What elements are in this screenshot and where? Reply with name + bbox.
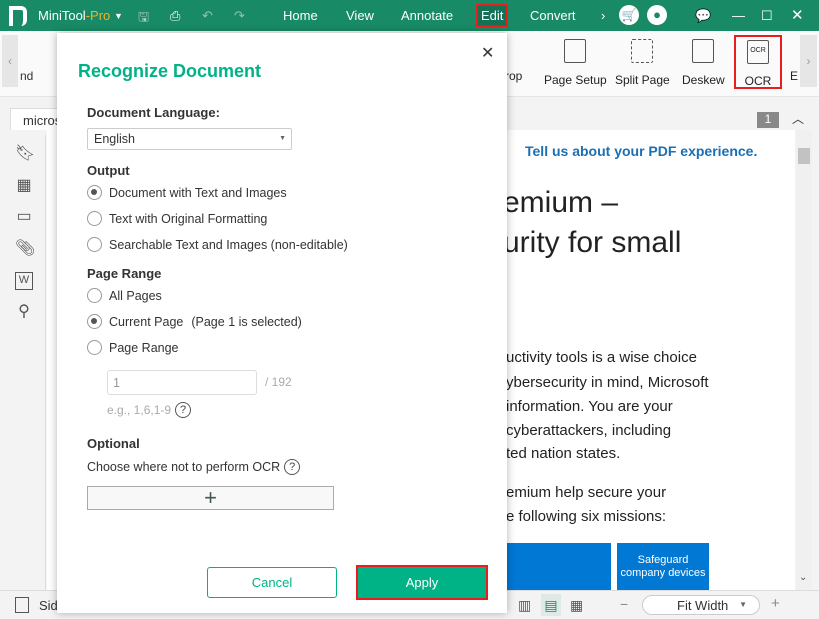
output-option-text-images[interactable]: Document with Text and Images [87, 185, 287, 200]
deskew-icon [692, 39, 715, 63]
range-option-current[interactable]: Current Page (Page 1 is selected) [87, 314, 302, 329]
menu-edit[interactable]: Edit [476, 4, 509, 27]
range-option-all[interactable]: All Pages [87, 288, 162, 303]
language-label: Document Language: [87, 105, 220, 120]
paragraph-line: uctivity tools is a wise choice [506, 349, 697, 366]
word-icon[interactable]: W [15, 272, 33, 290]
sidebar-toggle-icon[interactable] [15, 597, 29, 613]
search-icon[interactable]: ⚲ [15, 303, 33, 321]
paragraph-line: information. You are your [506, 398, 673, 415]
close-dialog-icon[interactable]: ✕ [481, 43, 494, 63]
thumbnails-icon[interactable]: ▦ [15, 177, 33, 195]
save-icon[interactable]: 🖫 [138, 8, 149, 30]
app-menu-dropdown-icon[interactable]: ▼ [114, 11, 123, 21]
paragraph-line: emium help secure your [506, 484, 667, 501]
collapse-icon[interactable]: ︿ [792, 110, 804, 127]
redo-icon[interactable]: ↷ [234, 8, 245, 24]
scrollbar-thumb[interactable] [798, 148, 810, 164]
menu-view[interactable]: View [346, 8, 374, 23]
maximize-icon[interactable]: ☐ [761, 8, 773, 24]
page-range-label: Page Range [87, 266, 162, 281]
help-icon[interactable]: ? [175, 402, 192, 418]
zoom-select[interactable]: Fit Width ▼ [642, 595, 760, 615]
cart-icon[interactable]: 🛒 [619, 5, 639, 25]
optional-label: Optional [87, 436, 140, 451]
document-tab[interactable]: micros [10, 108, 60, 130]
left-sidebar: 🔖︎ ▦ ▭ 📎︎ W ⚲ [0, 135, 46, 590]
paragraph-line: e following six missions: [506, 508, 667, 525]
tool-split-page[interactable]: Split Page [615, 39, 670, 87]
add-exclusion-area-button[interactable]: + [87, 486, 334, 510]
minimize-icon[interactable]: — [732, 8, 745, 23]
ribbon-scroll-left[interactable]: ‹ [2, 35, 18, 87]
attachment-icon[interactable]: 📎︎ [15, 240, 35, 258]
output-option-original-formatting[interactable]: Text with Original Formatting [87, 211, 267, 226]
app-logo [9, 6, 27, 26]
zoom-out-icon[interactable]: − [620, 596, 628, 612]
range-hint: e.g., 1,6,1-9? [107, 402, 192, 418]
grid-view-icon[interactable]: ▦ [570, 597, 583, 614]
user-icon[interactable]: ● [647, 5, 667, 25]
ribbon-scroll-right[interactable]: › [800, 35, 817, 87]
page-range-input[interactable]: 1 [107, 370, 257, 395]
recognize-document-dialog: ✕ Recognize Document Document Language: … [57, 33, 507, 613]
app-name: MiniTool-Pro [38, 8, 111, 23]
single-page-icon[interactable]: ▤ [541, 594, 561, 616]
print-icon[interactable]: ⎙ [170, 8, 180, 24]
split-page-icon [631, 39, 654, 63]
menu-convert[interactable]: Convert [530, 8, 576, 23]
apply-button[interactable]: Apply [356, 565, 488, 600]
page-badge: 1 [757, 112, 779, 128]
help-icon[interactable]: ? [284, 459, 301, 475]
language-select[interactable]: English ▼ [87, 128, 292, 150]
two-page-icon[interactable]: ▥ [518, 597, 531, 614]
undo-icon[interactable]: ↶ [202, 8, 213, 24]
heading-line: urity for small [503, 226, 682, 259]
comment-icon[interactable]: ▭ [15, 208, 33, 226]
ocr-icon: OCR [747, 40, 769, 64]
output-option-searchable[interactable]: Searchable Text and Images (non-editable… [87, 237, 348, 252]
paragraph-line: ted nation states. [506, 445, 621, 462]
ribbon-item-partial[interactable]: nd [20, 69, 33, 83]
feedback-icon[interactable]: 💬 [695, 8, 711, 24]
paragraph-line: ybersecurity in mind, Microsoft [506, 374, 709, 391]
paragraph-line: cyberattackers, including [506, 422, 672, 439]
scroll-down-icon[interactable]: ⌄ [799, 572, 807, 583]
vertical-scrollbar[interactable]: ⌄ [796, 130, 812, 590]
mission-tile-safeguard: Safeguard company devices [617, 543, 709, 590]
range-option-custom[interactable]: Page Range [87, 340, 179, 355]
tool-crop[interactable]: rop [505, 69, 522, 83]
page-setup-icon [564, 39, 587, 63]
feedback-link[interactable]: Tell us about your PDF experience. [525, 143, 757, 159]
bookmark-icon[interactable]: 🔖︎ [15, 145, 35, 163]
tool-partial[interactable]: E [790, 69, 798, 83]
cancel-button[interactable]: Cancel [207, 567, 337, 598]
menu-home[interactable]: Home [283, 8, 318, 23]
output-label: Output [87, 163, 130, 178]
dialog-title: Recognize Document [78, 61, 262, 81]
zoom-in-icon[interactable]: + [771, 595, 780, 612]
tool-page-setup[interactable]: Page Setup [544, 39, 607, 87]
menu-more-icon[interactable]: › [601, 8, 605, 23]
tool-ocr[interactable]: OCR OCR [734, 35, 782, 89]
menu-annotate[interactable]: Annotate [401, 8, 453, 23]
heading-line: emium – [503, 186, 619, 219]
page-total: / 192 [265, 375, 292, 389]
optional-text: Choose where not to perform OCR? [87, 459, 301, 475]
mission-tile [497, 543, 611, 590]
close-window-icon[interactable]: ✕ [791, 6, 804, 24]
tool-deskew[interactable]: Deskew [682, 39, 725, 87]
title-bar: MiniTool-Pro ▼ 🖫 ⎙ ↶ ↷ Home View Annotat… [0, 0, 819, 31]
